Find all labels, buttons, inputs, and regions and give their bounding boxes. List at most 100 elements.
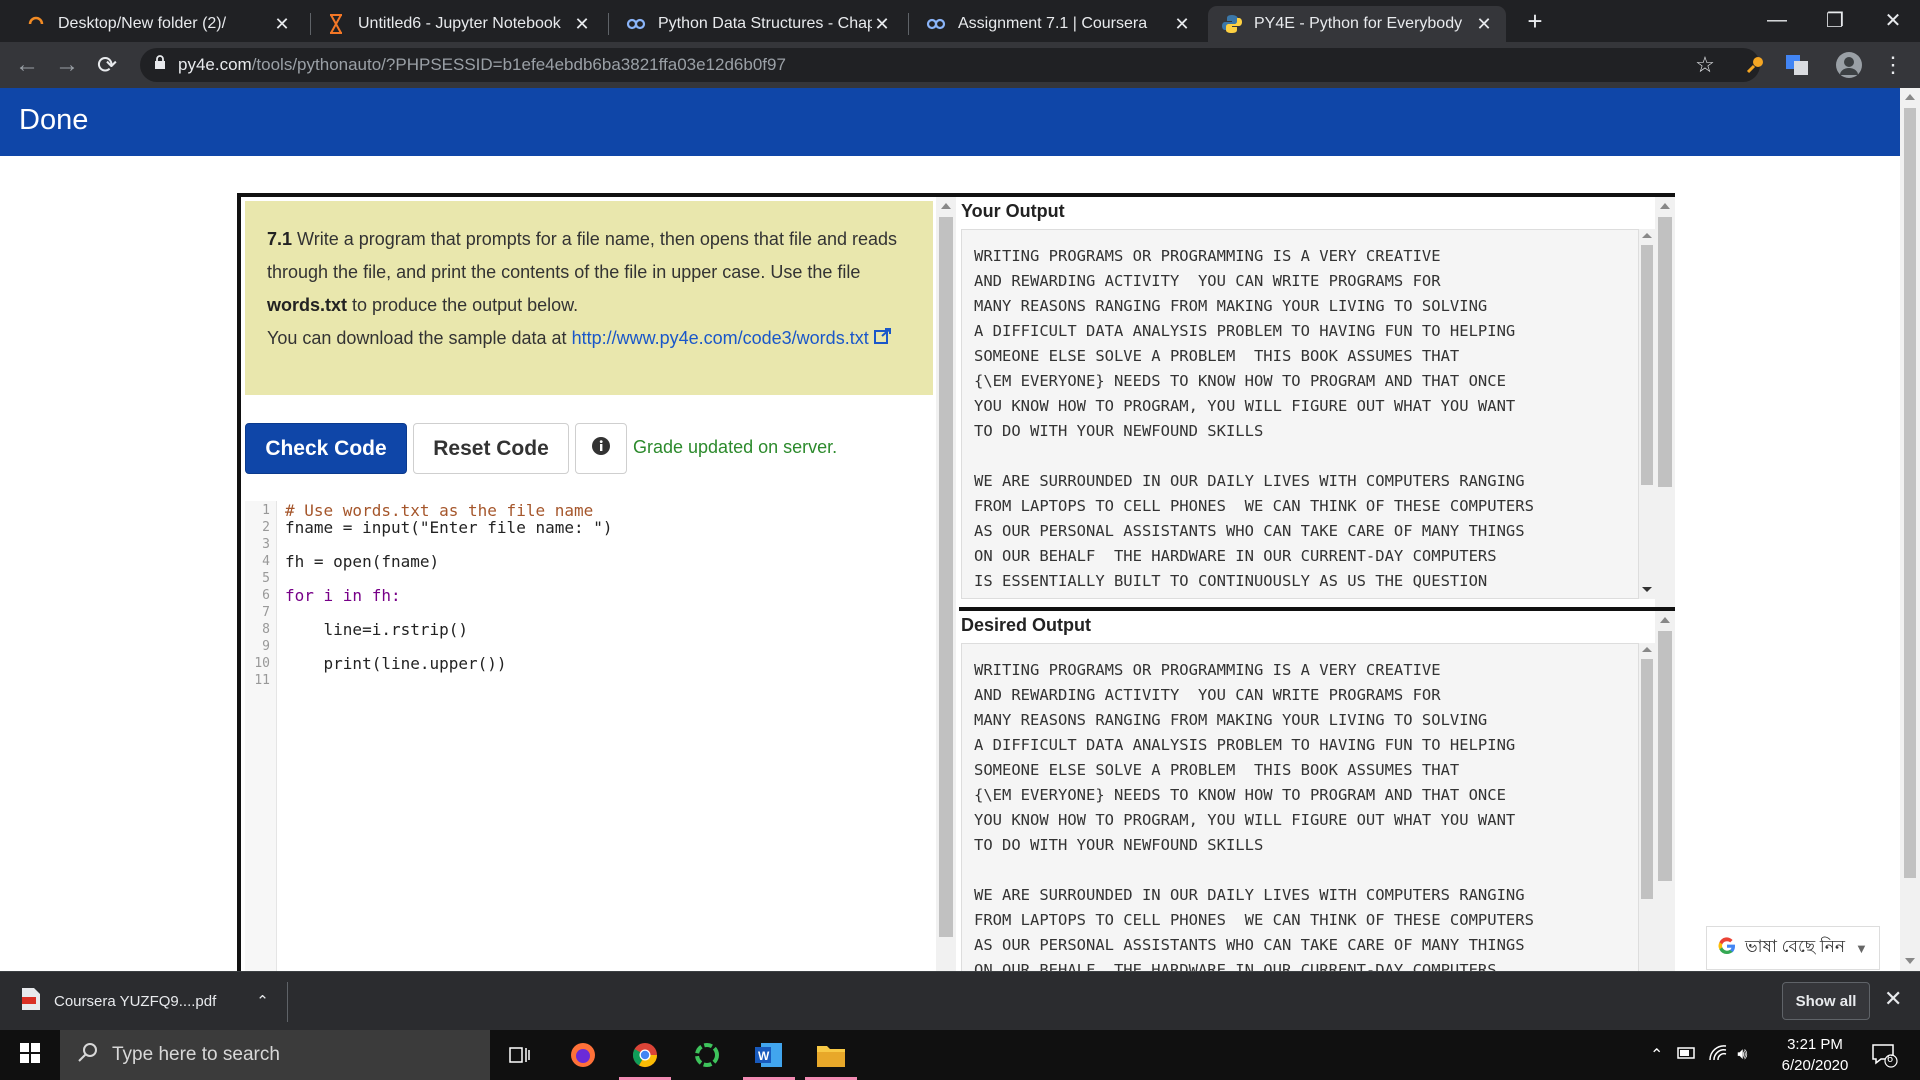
code-editor[interactable]: 1 2 3 4 5 6 7 8 9 10 11 # Use words.txt … — [245, 501, 933, 971]
tab-desktop-folder[interactable]: Desktop/New folder (2)/ ✕ — [12, 6, 304, 42]
tab-close-icon[interactable]: ✕ — [872, 14, 892, 35]
translate-extension-icon[interactable] — [1784, 52, 1810, 78]
file-explorer-icon[interactable] — [801, 1030, 861, 1080]
assignment-number: 7.1 — [267, 229, 293, 249]
line-number: 9 — [262, 639, 270, 654]
code-line: line=i.rstrip() — [285, 620, 469, 639]
scroll-up-arrow-icon[interactable] — [1905, 94, 1915, 100]
download-file-name: Coursera YUZFQ9....pdf — [54, 992, 217, 1010]
tray-chevron-up-icon[interactable]: ⌃ — [1650, 1045, 1663, 1065]
prompt-text-1: Write a program that prompts for a file … — [267, 229, 898, 282]
reset-code-button[interactable]: Reset Code — [413, 423, 569, 474]
loading-spinner-icon — [26, 14, 46, 34]
lock-icon — [154, 55, 166, 75]
battery-icon[interactable] — [1677, 1046, 1697, 1064]
tab-jupyter[interactable]: Untitled6 - Jupyter Notebook ✕ — [312, 6, 604, 42]
scrollbar-thumb[interactable] — [1641, 659, 1653, 899]
forward-arrow-icon[interactable]: → — [52, 50, 82, 80]
scroll-down-arrow-icon[interactable] — [1905, 958, 1915, 964]
tab-close-icon[interactable]: ✕ — [1474, 14, 1494, 35]
tab-close-icon[interactable]: ✕ — [1172, 14, 1192, 35]
google-translate-widget[interactable]: ভাষা বেছে নিন ▼ — [1706, 926, 1880, 970]
profile-avatar-icon[interactable] — [1836, 52, 1862, 78]
scrollbar-thumb[interactable] — [939, 217, 953, 937]
desired-output-box: WRITING PROGRAMS OR PROGRAMMING IS A VER… — [961, 643, 1639, 971]
desired-output-title: Desired Output — [961, 615, 1092, 635]
close-window-icon[interactable]: ✕ — [1864, 0, 1920, 40]
page-scrollbar[interactable] — [1900, 88, 1920, 971]
line-number-gutter: 1 2 3 4 5 6 7 8 9 10 11 — [245, 501, 277, 971]
download-bar: Coursera YUZFQ9....pdf ⌃ Show all ✕ — [0, 971, 1920, 1030]
address-bar[interactable]: py4e.com/tools/pythonauto/?PHPSESSID=b1e… — [140, 48, 1760, 82]
taskbar-search[interactable]: Type here to search — [60, 1030, 490, 1080]
taskbar-clock[interactable]: 3:21 PM 6/20/2020 — [1760, 1034, 1870, 1076]
assignment-prompt: 7.1 Write a program that prompts for a f… — [245, 201, 933, 395]
bookmark-star-icon[interactable]: ☆ — [1692, 52, 1718, 78]
menu-kebab-icon[interactable]: ⋮ — [1880, 52, 1906, 78]
new-tab-button[interactable]: + — [1520, 6, 1550, 36]
your-output-scrollbar[interactable] — [1639, 229, 1655, 599]
tab-assignment-coursera[interactable]: Assignment 7.1 | Coursera ✕ — [912, 6, 1204, 42]
check-code-button[interactable]: Check Code — [245, 423, 407, 474]
hourglass-icon — [326, 14, 346, 34]
scroll-down-arrow-icon[interactable] — [1642, 587, 1652, 592]
restore-icon[interactable]: ❐ — [1806, 0, 1864, 40]
search-placeholder: Type here to search — [112, 1044, 280, 1065]
green-ring-app-icon[interactable] — [677, 1030, 737, 1080]
page-title: Done — [19, 104, 89, 136]
notification-count: 6 — [1887, 1053, 1894, 1065]
tab-title: Desktop/New folder (2)/ — [58, 15, 227, 32]
desired-output-outer-scrollbar[interactable] — [1655, 611, 1675, 971]
line-number: 2 — [262, 520, 270, 535]
scroll-up-arrow-icon[interactable] — [941, 203, 951, 209]
windows-logo-icon — [20, 1042, 40, 1068]
firefox-icon[interactable] — [553, 1030, 613, 1080]
notification-center-icon[interactable]: 6 — [1872, 1044, 1898, 1073]
tab-python-data-structures[interactable]: Python Data Structures - Chapter ✕ — [612, 6, 904, 42]
scrollbar-thumb[interactable] — [1904, 108, 1916, 878]
task-view-icon[interactable] — [490, 1030, 550, 1080]
windows-start-button[interactable] — [0, 1030, 60, 1080]
back-arrow-icon[interactable]: ← — [12, 50, 42, 80]
download-link[interactable]: http://www.py4e.com/code3/words.txt — [572, 328, 869, 348]
word-icon[interactable]: W — [739, 1030, 799, 1080]
close-download-bar-icon[interactable]: ✕ — [1884, 986, 1902, 1012]
scroll-up-arrow-icon[interactable] — [1642, 647, 1652, 652]
show-all-button[interactable]: Show all — [1782, 982, 1870, 1020]
code-line: for i in fh: — [285, 586, 401, 605]
scrollbar-thumb[interactable] — [1658, 217, 1672, 487]
info-button[interactable] — [575, 423, 627, 474]
desired-output-scrollbar[interactable] — [1639, 643, 1655, 971]
tab-separator — [608, 13, 609, 35]
tab-close-icon[interactable]: ✕ — [572, 14, 592, 35]
minimize-icon[interactable]: — — [1748, 0, 1806, 40]
reload-icon[interactable]: ⟳ — [92, 50, 122, 80]
scrollbar-thumb[interactable] — [1658, 631, 1672, 881]
scroll-up-arrow-icon[interactable] — [1660, 617, 1670, 623]
your-output-outer-scrollbar[interactable] — [1655, 197, 1675, 607]
scrollbar-thumb[interactable] — [1641, 245, 1653, 485]
windows-taskbar: Type here to search W ⌃ 🔊︎ 3:21 PM 6/20/… — [0, 1030, 1920, 1080]
volume-icon[interactable]: 🔊︎ — [1737, 1046, 1747, 1064]
tab-separator — [310, 13, 311, 35]
scroll-up-arrow-icon[interactable] — [1642, 233, 1652, 238]
coursera-icon — [926, 14, 946, 34]
download-separator — [287, 982, 288, 1022]
tab-py4e-active[interactable]: PY4E - Python for Everybody ✕ — [1208, 6, 1506, 42]
scroll-up-arrow-icon[interactable] — [1660, 203, 1670, 209]
desired-output-panel: Desired Output WRITING PROGRAMS OR PROGR… — [959, 611, 1675, 971]
external-link-icon[interactable] — [873, 328, 892, 348]
download-item[interactable]: Coursera YUZFQ9....pdf ⌃ — [22, 988, 269, 1014]
chrome-icon[interactable] — [615, 1030, 675, 1080]
wifi-icon[interactable] — [1709, 1044, 1727, 1066]
line-number: 11 — [254, 673, 270, 688]
chevron-up-icon[interactable]: ⌃ — [256, 992, 269, 1010]
tab-close-icon[interactable]: ✕ — [272, 14, 292, 35]
svg-text:W: W — [758, 1049, 770, 1063]
exercise-frame: 7.1 Write a program that prompts for a f… — [237, 193, 1675, 971]
key-extension-icon[interactable] — [1742, 52, 1768, 78]
page-banner: Done — [0, 88, 1900, 156]
left-pane-scrollbar[interactable] — [936, 197, 956, 971]
line-number: 7 — [262, 605, 270, 620]
tab-strip: Desktop/New folder (2)/ ✕ Untitled6 - Ju… — [0, 0, 1920, 42]
